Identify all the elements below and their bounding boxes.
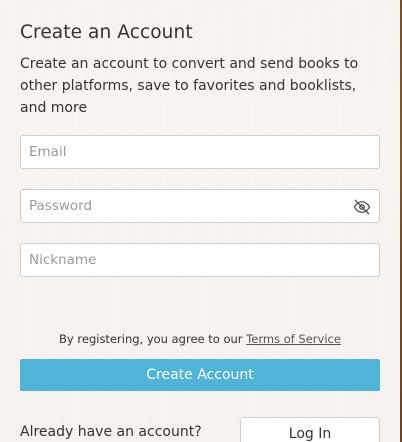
dialog-description: Create an account to convert and send bo…: [20, 56, 359, 116]
password-field[interactable]: [20, 189, 380, 223]
already-have-account-text: Already have an account?: [20, 424, 202, 440]
dialog-title: Create an Account: [20, 22, 193, 43]
nickname-field[interactable]: [20, 243, 380, 277]
terms-of-service-link[interactable]: Terms of Service: [246, 332, 341, 346]
password-input[interactable]: [21, 190, 379, 222]
create-account-button[interactable]: Create Account: [20, 359, 380, 391]
email-input[interactable]: [21, 136, 379, 168]
nickname-input[interactable]: [21, 244, 379, 276]
create-account-dialog: Create an Account Create an account to c…: [0, 0, 400, 442]
log-in-button[interactable]: Log In: [240, 417, 380, 442]
terms-notice: By registering, you agree to our Terms o…: [0, 332, 400, 346]
eye-slash-icon[interactable]: [353, 198, 371, 216]
terms-prefix: By registering, you agree to our: [59, 332, 247, 346]
email-field[interactable]: [20, 135, 380, 169]
